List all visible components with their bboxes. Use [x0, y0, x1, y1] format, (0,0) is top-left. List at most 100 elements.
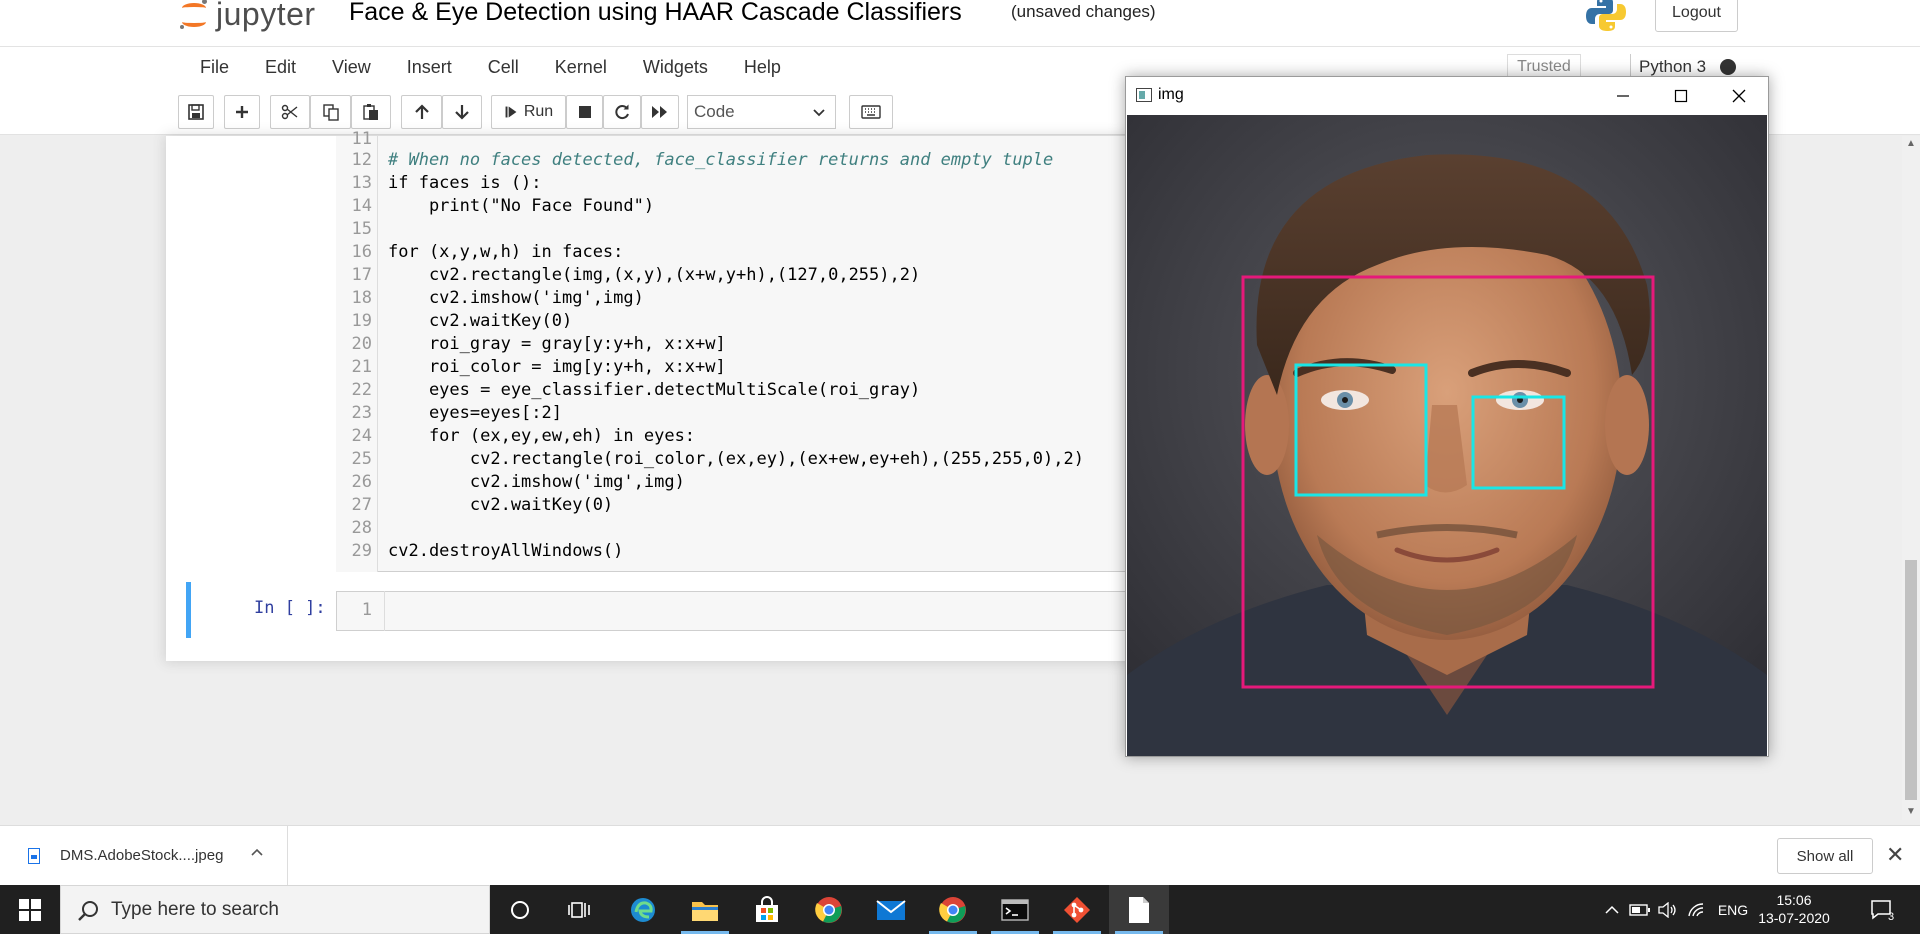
insert-cell-button[interactable] — [224, 95, 260, 129]
page-scrollbar-thumb[interactable] — [1905, 560, 1917, 800]
window-app-icon — [1136, 88, 1152, 102]
line-number: 1 — [361, 600, 372, 620]
jupyter-logo[interactable]: jupyter — [180, 0, 316, 34]
close-download-bar-icon[interactable]: ✕ — [1886, 842, 1904, 868]
show-all-button[interactable]: Show all — [1777, 838, 1873, 874]
network-status[interactable] — [1685, 885, 1709, 934]
battery-icon — [1629, 903, 1650, 916]
taskbar-store[interactable] — [737, 885, 797, 934]
move-up-button[interactable] — [401, 95, 442, 129]
close-button[interactable] — [1710, 77, 1768, 115]
notification-count: 3 — [1888, 911, 1895, 923]
save-icon — [188, 104, 204, 120]
menu-insert[interactable]: Insert — [389, 47, 470, 87]
search-placeholder: Type here to search — [111, 899, 279, 920]
run-button[interactable]: Run — [491, 95, 566, 129]
plus-icon — [236, 106, 248, 118]
clock-date: 13-07-2020 — [1758, 910, 1830, 926]
menu-file[interactable]: File — [182, 47, 247, 87]
restart-kernel-button[interactable] — [603, 95, 641, 129]
taskbar-chrome[interactable] — [799, 885, 859, 934]
cut-button[interactable] — [270, 95, 310, 129]
image-file-icon — [28, 848, 40, 864]
notification-center-button[interactable]: 3 — [1862, 885, 1902, 934]
cell-type-select[interactable]: Code — [687, 95, 836, 129]
show-hidden-icons-button[interactable] — [1600, 885, 1624, 934]
clock-time: 15:06 — [1776, 892, 1812, 908]
maximize-icon — [1674, 89, 1688, 103]
move-down-button[interactable] — [442, 95, 482, 129]
stop-icon — [578, 106, 591, 118]
taskbar-edge[interactable] — [613, 885, 673, 934]
download-filename[interactable]: DMS.AdobeStock....jpeg — [60, 847, 223, 864]
menu-help[interactable]: Help — [726, 47, 799, 87]
task-view-button[interactable] — [550, 885, 610, 934]
menu-kernel[interactable]: Kernel — [537, 47, 625, 87]
jupyter-logo-icon — [180, 0, 210, 29]
taskbar-search-box[interactable]: Type here to search — [60, 885, 490, 934]
jupyter-logo-text: jupyter — [216, 0, 316, 32]
save-button[interactable] — [178, 95, 214, 129]
scissors-icon — [281, 104, 298, 120]
start-button[interactable] — [0, 885, 60, 934]
terminal-icon — [1001, 898, 1029, 921]
windows-logo-icon — [19, 898, 41, 921]
document-icon — [1129, 896, 1149, 923]
logout-button[interactable]: Logout — [1655, 0, 1738, 32]
scroll-down-arrow-icon[interactable]: ▼ — [1902, 806, 1920, 820]
copy-icon — [322, 104, 339, 121]
taskbar-clock[interactable]: 15:06 13-07-2020 — [1752, 891, 1836, 927]
copy-button[interactable] — [310, 95, 351, 129]
taskbar-git[interactable] — [1047, 885, 1107, 934]
menu-view[interactable]: View — [314, 47, 389, 87]
chrome-icon — [815, 896, 842, 923]
jupyter-header: jupyter Face & Eye Detection using HAAR … — [0, 0, 1920, 46]
menu-items: File Edit View Insert Cell Kernel Widget… — [182, 47, 799, 87]
battery-status[interactable] — [1628, 885, 1652, 934]
windows-taskbar: Type here to search ENG 15:06 13-07-2020… — [0, 885, 1920, 934]
taskbar-chrome-2[interactable] — [923, 885, 983, 934]
restart-run-all-button[interactable] — [641, 95, 679, 129]
run-button-label: Run — [523, 103, 554, 120]
scroll-up-arrow-icon[interactable]: ▲ — [1902, 138, 1920, 152]
img-window-titlebar[interactable]: img — [1126, 77, 1768, 115]
command-palette-button[interactable] — [849, 95, 893, 129]
cortana-circle-icon — [511, 900, 529, 919]
menu-cell[interactable]: Cell — [470, 47, 537, 87]
chrome-icon — [939, 896, 966, 923]
input-language[interactable]: ENG — [1715, 885, 1751, 934]
volume-control[interactable] — [1656, 885, 1680, 934]
img-window-title: img — [1158, 86, 1184, 103]
menu-widgets[interactable]: Widgets — [625, 47, 726, 87]
keyboard-icon — [861, 105, 881, 119]
input-prompt: In [ ]: — [254, 598, 326, 618]
menu-edit[interactable]: Edit — [247, 47, 314, 87]
interrupt-button[interactable] — [566, 95, 603, 129]
download-bar: DMS.AdobeStock....jpeg Show all ✕ — [0, 825, 1920, 886]
git-icon — [1064, 896, 1090, 923]
taskbar-image-viewer[interactable] — [1109, 885, 1169, 934]
store-bag-icon — [756, 895, 778, 922]
kernel-status-indicator-icon — [1720, 59, 1736, 75]
minimize-button[interactable] — [1594, 77, 1652, 115]
arrow-down-icon — [455, 105, 469, 120]
arrow-up-icon — [414, 104, 429, 119]
img-window[interactable]: img — [1125, 76, 1769, 757]
img-canvas — [1127, 115, 1767, 756]
chevron-up-icon[interactable] — [250, 846, 264, 860]
search-icon — [78, 901, 98, 921]
chevron-down-icon — [813, 109, 825, 117]
download-item[interactable]: DMS.AdobeStock....jpeg — [0, 826, 288, 886]
paste-button[interactable] — [351, 95, 391, 129]
taskbar-mail[interactable] — [861, 885, 921, 934]
maximize-button[interactable] — [1652, 77, 1710, 115]
notebook-title[interactable]: Face & Eye Detection using HAAR Cascade … — [349, 0, 962, 30]
chevron-up-icon — [1605, 905, 1619, 914]
fast-forward-icon — [652, 106, 667, 118]
taskbar-file-explorer[interactable] — [675, 885, 735, 934]
taskbar-terminal[interactable] — [985, 885, 1045, 934]
wifi-icon — [1688, 902, 1704, 916]
cortana-button[interactable] — [490, 885, 550, 934]
gutter-divider — [384, 591, 385, 631]
refresh-icon — [615, 104, 629, 120]
